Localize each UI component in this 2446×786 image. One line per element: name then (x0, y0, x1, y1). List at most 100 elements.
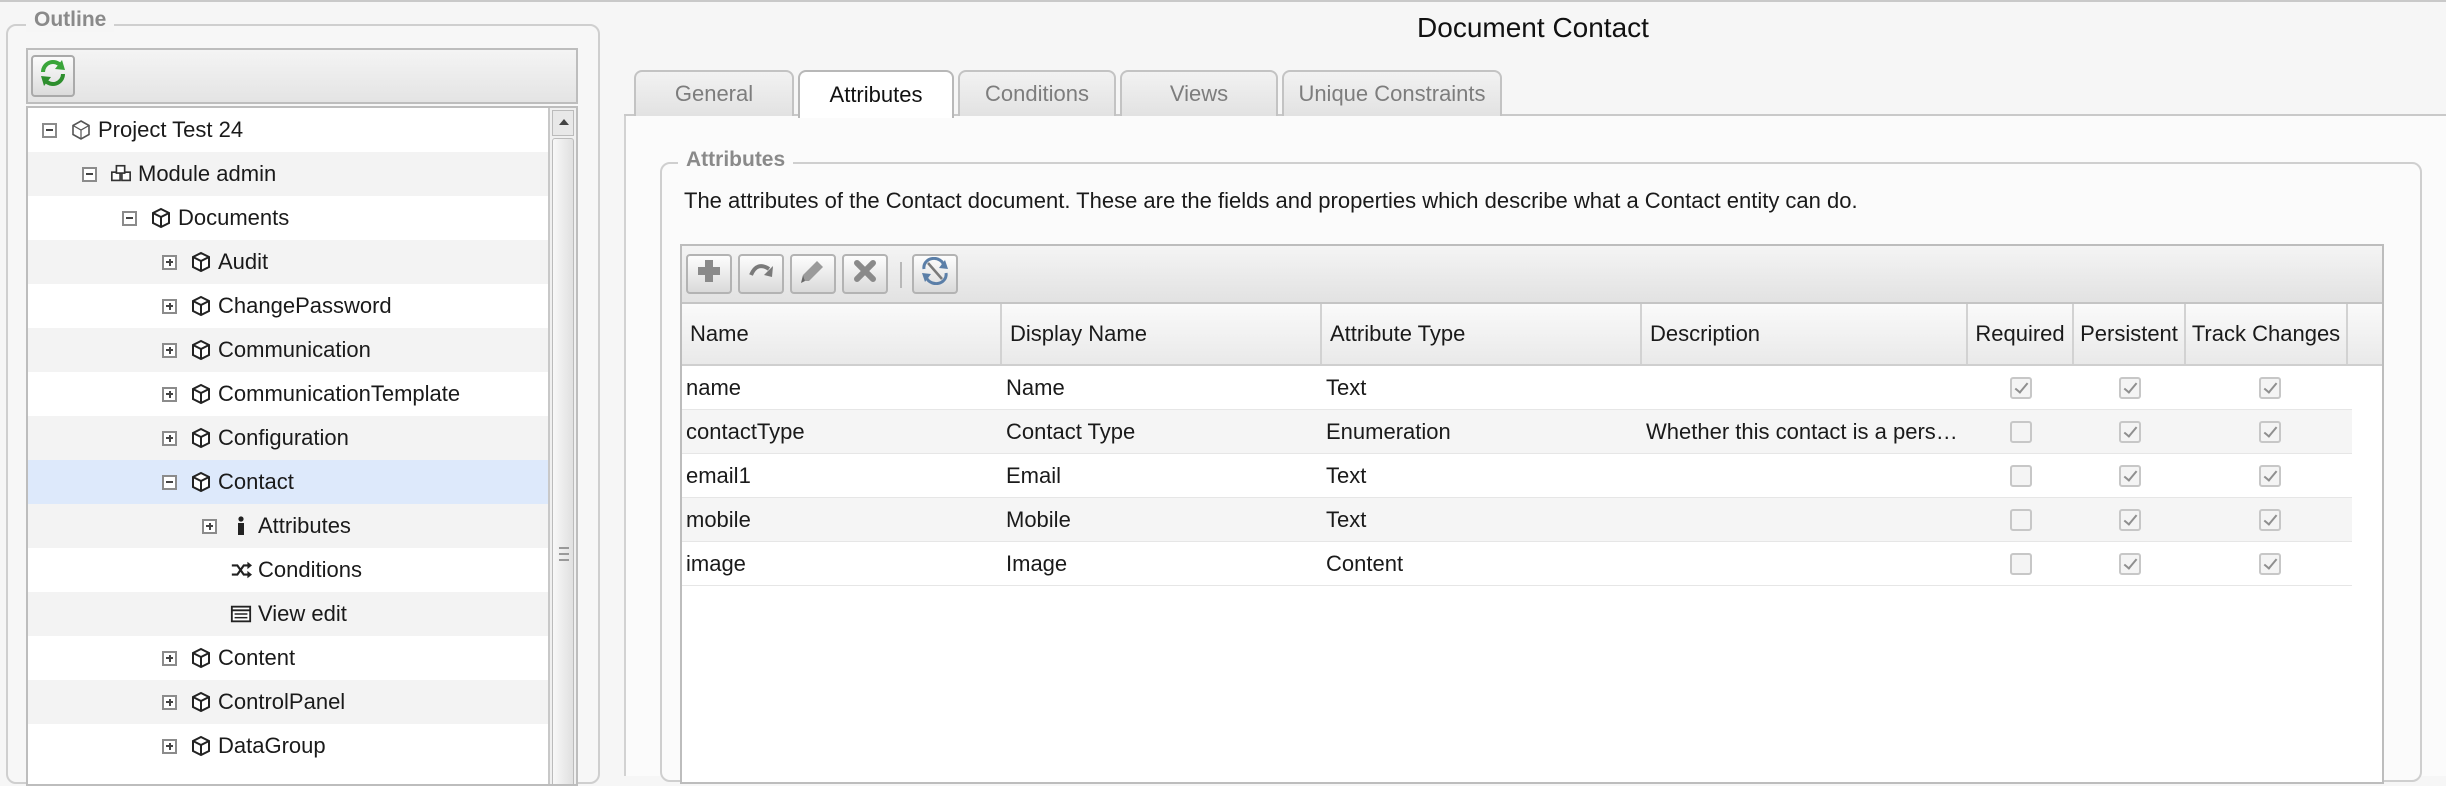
module-icon (110, 163, 132, 185)
column-header-required[interactable]: Required (1968, 304, 2074, 364)
required-checkbox[interactable] (2010, 509, 2032, 531)
persistent-checkbox[interactable] (2119, 465, 2141, 487)
cell-name: mobile (686, 506, 751, 532)
table-row[interactable]: image Image Content (682, 542, 2352, 586)
refresh-button[interactable] (31, 55, 75, 97)
persistent-checkbox[interactable] (2119, 509, 2141, 531)
outline-legend: Outline (26, 8, 115, 32)
tab-conditions[interactable]: Conditions (958, 70, 1116, 116)
persistent-checkbox[interactable] (2119, 377, 2141, 399)
tree-node-view-edit[interactable]: View edit (28, 592, 548, 636)
tree-node-contact[interactable]: Contact (28, 460, 548, 504)
document-icon (190, 251, 212, 273)
tab-unique-constraints[interactable]: Unique Constraints (1282, 70, 1502, 116)
table-row[interactable]: name Name Text (682, 366, 2352, 410)
tree-node-attributes[interactable]: Attributes (28, 504, 548, 548)
column-header-description[interactable]: Description (1642, 304, 1968, 364)
cell-display-name: Contact Type (1006, 418, 1136, 444)
tree-node-label: Configuration (218, 425, 349, 450)
required-checkbox[interactable] (2010, 553, 2032, 575)
tree-node-documents[interactable]: Documents (28, 196, 548, 240)
document-icon (190, 295, 212, 317)
tree-node-label: Content (218, 645, 296, 670)
cell-display-name: Image (1006, 550, 1068, 576)
expand-icon[interactable] (162, 386, 177, 402)
tab-views[interactable]: Views (1120, 70, 1278, 116)
expand-icon[interactable] (162, 430, 177, 446)
track-changes-checkbox[interactable] (2259, 421, 2281, 443)
tree-node-changepassword[interactable]: ChangePassword (28, 284, 548, 328)
toolbar-separator (900, 262, 902, 288)
expand-icon[interactable] (162, 342, 177, 358)
cell-description (1642, 542, 1958, 585)
tree-node-conditions[interactable]: Conditions (28, 548, 548, 592)
document-icon (190, 427, 212, 449)
table-row[interactable]: mobile Mobile Text (682, 498, 2352, 542)
expand-icon[interactable] (162, 650, 177, 666)
table-row[interactable]: contactType Contact Type Enumeration Whethe… (682, 410, 2352, 454)
cell-attribute-type: Text (1326, 462, 1367, 488)
cell-name: name (686, 374, 742, 400)
attributes-grid: Name Display Name Attribute Type Descrip… (680, 244, 2384, 784)
required-checkbox[interactable] (2010, 421, 2032, 443)
add-icon (695, 257, 723, 291)
column-header-attribute-type[interactable]: Attribute Type (1322, 304, 1642, 364)
attributes-description: The attributes of the Contact document. … (684, 188, 1858, 213)
cell-description (1642, 498, 1958, 541)
top-border (0, 0, 2446, 2)
column-header-display-name[interactable]: Display Name (1002, 304, 1322, 364)
collapse-icon[interactable] (162, 474, 177, 490)
track-changes-checkbox[interactable] (2259, 553, 2281, 575)
cell-display-name: Mobile (1006, 506, 1071, 532)
cell-name: image (686, 550, 746, 576)
tree-node-communicationtemplate[interactable]: CommunicationTemplate (28, 372, 548, 416)
outline-tree: Project Test 24 Module admin Documents Audi… (26, 106, 578, 786)
document-icon (190, 339, 212, 361)
grip-icon (559, 547, 569, 561)
collapse-icon[interactable] (122, 210, 137, 226)
collapse-icon[interactable] (82, 166, 97, 182)
scroll-up-icon[interactable] (552, 110, 574, 136)
required-checkbox[interactable] (2010, 377, 2032, 399)
tree-node-audit[interactable]: Audit (28, 240, 548, 284)
delete-icon (851, 257, 879, 291)
cell-attribute-type: Enumeration (1326, 418, 1451, 444)
expand-icon[interactable] (162, 694, 177, 710)
add-button[interactable] (686, 254, 732, 294)
track-changes-checkbox[interactable] (2259, 377, 2281, 399)
column-header-name[interactable]: Name (682, 304, 1002, 364)
tab-general[interactable]: General (634, 70, 794, 116)
tree-node-label: Contact (218, 469, 294, 494)
tree-node-datagroup[interactable]: DataGroup (28, 724, 548, 768)
edit-button[interactable] (790, 254, 836, 294)
tree-node-controlpanel[interactable]: ControlPanel (28, 680, 548, 724)
tree-node-module-admin[interactable]: Module admin (28, 152, 548, 196)
expand-icon[interactable] (162, 298, 177, 314)
tree-node-content[interactable]: Content (28, 636, 548, 680)
track-changes-checkbox[interactable] (2259, 509, 2281, 531)
tree-scrollbar[interactable] (548, 108, 576, 784)
expand-icon[interactable] (162, 738, 177, 754)
tree-node-label: DataGroup (218, 733, 326, 758)
tree-node-project-test-24[interactable]: Project Test 24 (28, 108, 548, 152)
tree-node-communication[interactable]: Communication (28, 328, 548, 372)
tree-node-configuration[interactable]: Configuration (28, 416, 548, 460)
tree-node-label: Conditions (258, 557, 362, 582)
tab-attributes[interactable]: Attributes (798, 70, 954, 118)
expand-icon[interactable] (162, 254, 177, 270)
track-changes-checkbox[interactable] (2259, 465, 2281, 487)
collapse-icon[interactable] (42, 122, 57, 138)
column-header-persistent[interactable]: Persistent (2074, 304, 2186, 364)
refresh-sync-button[interactable] (912, 254, 958, 294)
persistent-checkbox[interactable] (2119, 421, 2141, 443)
delete-button[interactable] (842, 254, 888, 294)
redo-button[interactable] (738, 254, 784, 294)
scrollbar-thumb[interactable] (552, 138, 574, 784)
outline-toolbar (26, 48, 578, 104)
column-header-track-changes[interactable]: Track Changes (2186, 304, 2348, 364)
persistent-checkbox[interactable] (2119, 553, 2141, 575)
info-icon (230, 515, 252, 537)
expand-icon[interactable] (202, 518, 217, 534)
table-row[interactable]: email1 Email Text (682, 454, 2352, 498)
required-checkbox[interactable] (2010, 465, 2032, 487)
